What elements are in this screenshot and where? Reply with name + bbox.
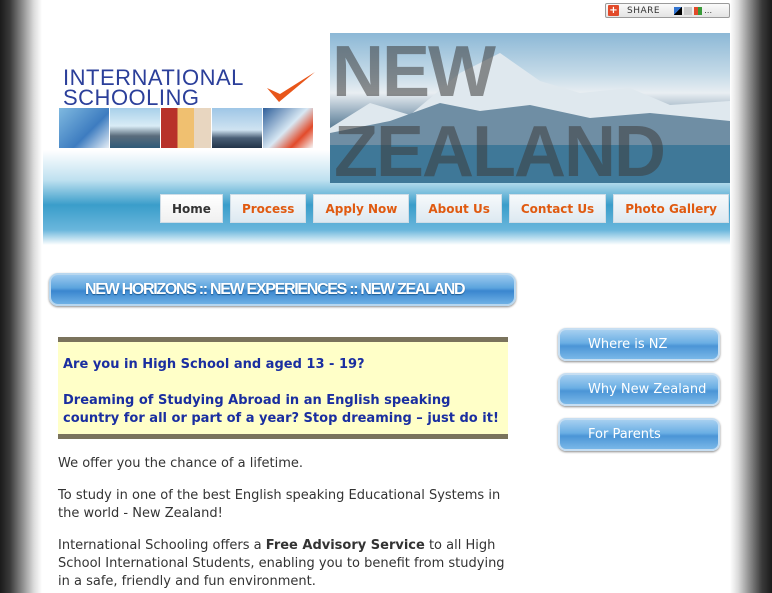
- where-is-nz-label: Where is NZ: [588, 337, 668, 352]
- nav-process[interactable]: Process: [229, 194, 307, 223]
- nav-home[interactable]: Home: [160, 194, 223, 223]
- advisory-text-before: International Schooling offers a: [58, 538, 266, 553]
- highlight-dream: Dreaming of Studying Abroad in an Englis…: [63, 393, 499, 426]
- intro-paragraph: We offer you the chance of a lifetime.: [58, 456, 304, 471]
- tagline-text: NEW HORIZONS :: NEW EXPERIENCES :: NEW Z…: [85, 281, 466, 298]
- site-header: INTERNATIONAL SCHOOLING NEW ZEALAND Home…: [43, 30, 730, 245]
- hero-word-zealand: ZEALAND: [334, 112, 666, 183]
- study-paragraph: To study in one of the best English spea…: [58, 488, 501, 521]
- highlight-question: Are you in High School and aged 13 - 19?: [63, 357, 365, 372]
- new-zealand-hero-image: NEW ZEALAND: [330, 33, 730, 183]
- rafting-photo: [263, 108, 314, 148]
- plus-icon: +: [608, 5, 619, 16]
- highlight-box: Are you in High School and aged 13 - 19?…: [58, 337, 508, 439]
- share-label: SHARE: [627, 5, 661, 16]
- logo-line-2: SCHOOLING: [63, 85, 200, 110]
- nav-photo-gallery[interactable]: Photo Gallery: [613, 194, 729, 223]
- social-icons: …: [674, 6, 712, 15]
- nav-about-us[interactable]: About Us: [416, 194, 502, 223]
- advisory-paragraph: International Schooling offers a Free Ad…: [58, 537, 508, 591]
- nav-apply-now[interactable]: Apply Now: [313, 194, 410, 223]
- why-new-zealand-label: Why New Zealand: [588, 382, 707, 397]
- photo-strip: [59, 108, 314, 148]
- share-button[interactable]: + SHARE …: [605, 3, 730, 18]
- hero-word-new: NEW: [332, 33, 496, 112]
- advisory-bold: Free Advisory Service: [265, 538, 425, 553]
- snowboarder-photo: [59, 108, 110, 148]
- mountain-photo: [110, 108, 161, 148]
- site-logo[interactable]: INTERNATIONAL SCHOOLING: [63, 67, 244, 110]
- nav-contact-us[interactable]: Contact Us: [508, 194, 607, 223]
- tagline-banner: NEW HORIZONS :: NEW EXPERIENCES :: NEW Z…: [49, 273, 516, 306]
- students-photo: [161, 108, 212, 148]
- for-parents-label: For Parents: [588, 427, 661, 442]
- why-new-zealand-button[interactable]: Why New Zealand: [558, 373, 720, 406]
- delicious-icon: [674, 6, 683, 15]
- city-skyline-photo: [212, 108, 263, 148]
- windows-icon: [694, 6, 703, 15]
- digg-icon: [684, 6, 693, 15]
- more-ellipsis-icon: …: [704, 6, 713, 15]
- checkmark-icon: [267, 72, 315, 102]
- where-is-nz-button[interactable]: Where is NZ: [558, 328, 720, 361]
- for-parents-button[interactable]: For Parents: [558, 418, 720, 451]
- main-nav: Home Process Apply Now About Us Contact …: [160, 194, 729, 223]
